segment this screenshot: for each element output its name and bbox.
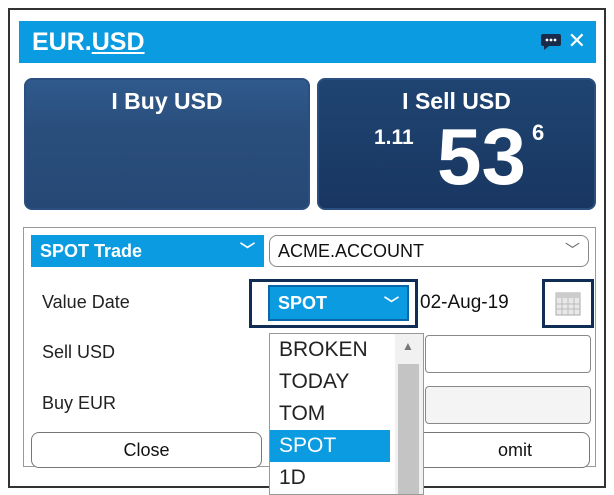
sell-amount-label: Sell USD bbox=[42, 342, 116, 362]
chevron-down-icon: ﹀ bbox=[383, 296, 399, 313]
tenor-option[interactable]: TODAY bbox=[270, 366, 390, 398]
quote-currency-link[interactable]: USD bbox=[92, 28, 145, 56]
tenor-option[interactable]: 1D bbox=[270, 462, 390, 494]
buy-amount-input[interactable] bbox=[425, 386, 591, 424]
sell-label: I Sell USD bbox=[402, 88, 511, 114]
close-icon[interactable]: ✕ bbox=[568, 28, 586, 54]
scroll-up-icon[interactable]: ▲ bbox=[402, 339, 414, 353]
calendar-icon[interactable] bbox=[553, 288, 583, 318]
tenor-dropdown: BROKEN TODAY TOM SPOT 1D ▲ bbox=[269, 333, 424, 495]
dropdown-scrollbar[interactable]: ▲ bbox=[395, 334, 423, 494]
price-big-figure: 1.11 bbox=[374, 126, 414, 149]
value-date-label: Value Date bbox=[42, 292, 130, 312]
buy-amount-label: Buy EUR bbox=[42, 393, 117, 413]
chat-icon[interactable] bbox=[540, 33, 562, 50]
tenor-option-selected[interactable]: SPOT bbox=[270, 430, 390, 462]
chevron-down-icon: ﹀ bbox=[564, 242, 580, 259]
trade-type-select[interactable]: SPOT Trade ﹀ bbox=[31, 235, 264, 267]
title-bar: EUR.USD ✕ bbox=[19, 21, 596, 63]
tenor-option[interactable]: TOM bbox=[270, 398, 390, 430]
account-select[interactable]: ACME.ACCOUNT ﹀ bbox=[269, 235, 589, 267]
buy-panel[interactable]: I Buy USD bbox=[24, 78, 310, 210]
tenor-option[interactable]: BROKEN bbox=[270, 334, 390, 366]
tenor-select[interactable]: SPOT ﹀ bbox=[268, 285, 409, 321]
sell-amount-input[interactable] bbox=[425, 335, 591, 373]
scroll-thumb[interactable] bbox=[398, 364, 419, 494]
value-date-field[interactable]: 02-Aug-19 bbox=[420, 286, 550, 320]
sell-panel[interactable]: I Sell USD 1.11 53 6 bbox=[317, 78, 596, 210]
buy-label: I Buy USD bbox=[111, 88, 223, 114]
close-button[interactable]: Close bbox=[31, 432, 262, 468]
price-pips: 53 bbox=[437, 112, 526, 201]
price-fractional-pip: 6 bbox=[532, 120, 545, 145]
currency-pair-title: EUR.USD bbox=[32, 28, 145, 56]
chevron-down-icon: ﹀ bbox=[239, 242, 255, 259]
